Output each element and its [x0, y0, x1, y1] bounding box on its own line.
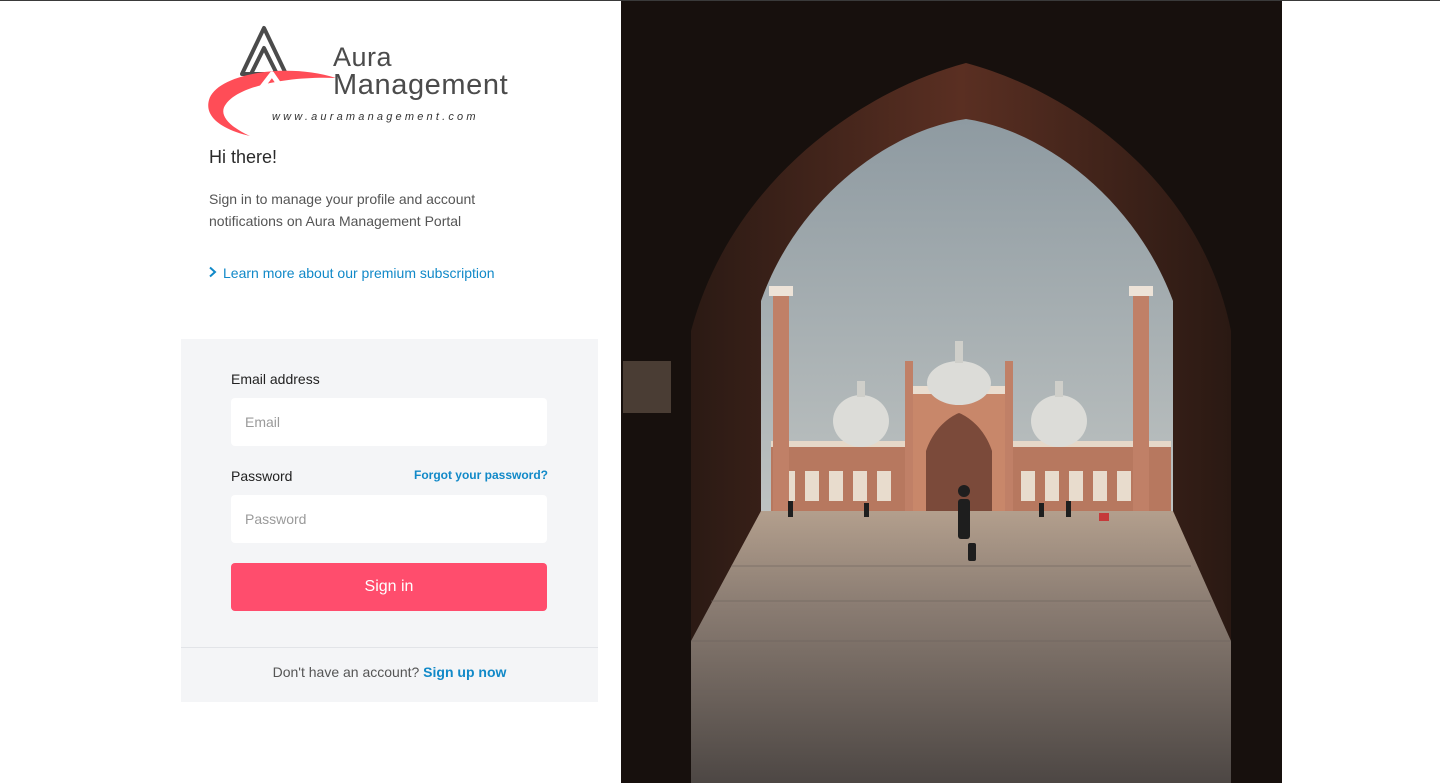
premium-subscription-link[interactable]: Learn more about our premium subscriptio…	[208, 265, 495, 281]
mosque-archway-image	[621, 1, 1282, 783]
card-divider	[181, 647, 598, 648]
sign-up-link[interactable]: Sign up now	[423, 664, 506, 680]
email-input[interactable]	[231, 398, 547, 446]
chevron-right-icon	[208, 265, 220, 281]
password-label: Password	[231, 468, 293, 484]
password-input[interactable]	[231, 495, 547, 543]
sign-in-button[interactable]: Sign in	[231, 563, 547, 611]
premium-link-label: Learn more about our premium subscriptio…	[223, 265, 495, 281]
login-card: Email address Password Forgot your passw…	[181, 339, 598, 702]
brand-name-line1: Aura	[333, 42, 393, 72]
signup-row: Don't have an account? Sign up now	[181, 664, 598, 680]
brand-name-line2: Management	[333, 69, 509, 101]
brand-url: www.auramanagement.com	[272, 111, 479, 123]
intro-description: Sign in to manage your profile and accou…	[209, 191, 476, 229]
hero-photo	[621, 1, 1282, 783]
brand-logo: Aura Management www.auramanagement.com	[206, 22, 536, 140]
signup-prompt: Don't have an account?	[272, 664, 420, 680]
greeting-heading: Hi there!	[209, 147, 278, 167]
forgot-password-link[interactable]: Forgot your password?	[414, 468, 548, 482]
email-label: Email address	[231, 371, 320, 387]
